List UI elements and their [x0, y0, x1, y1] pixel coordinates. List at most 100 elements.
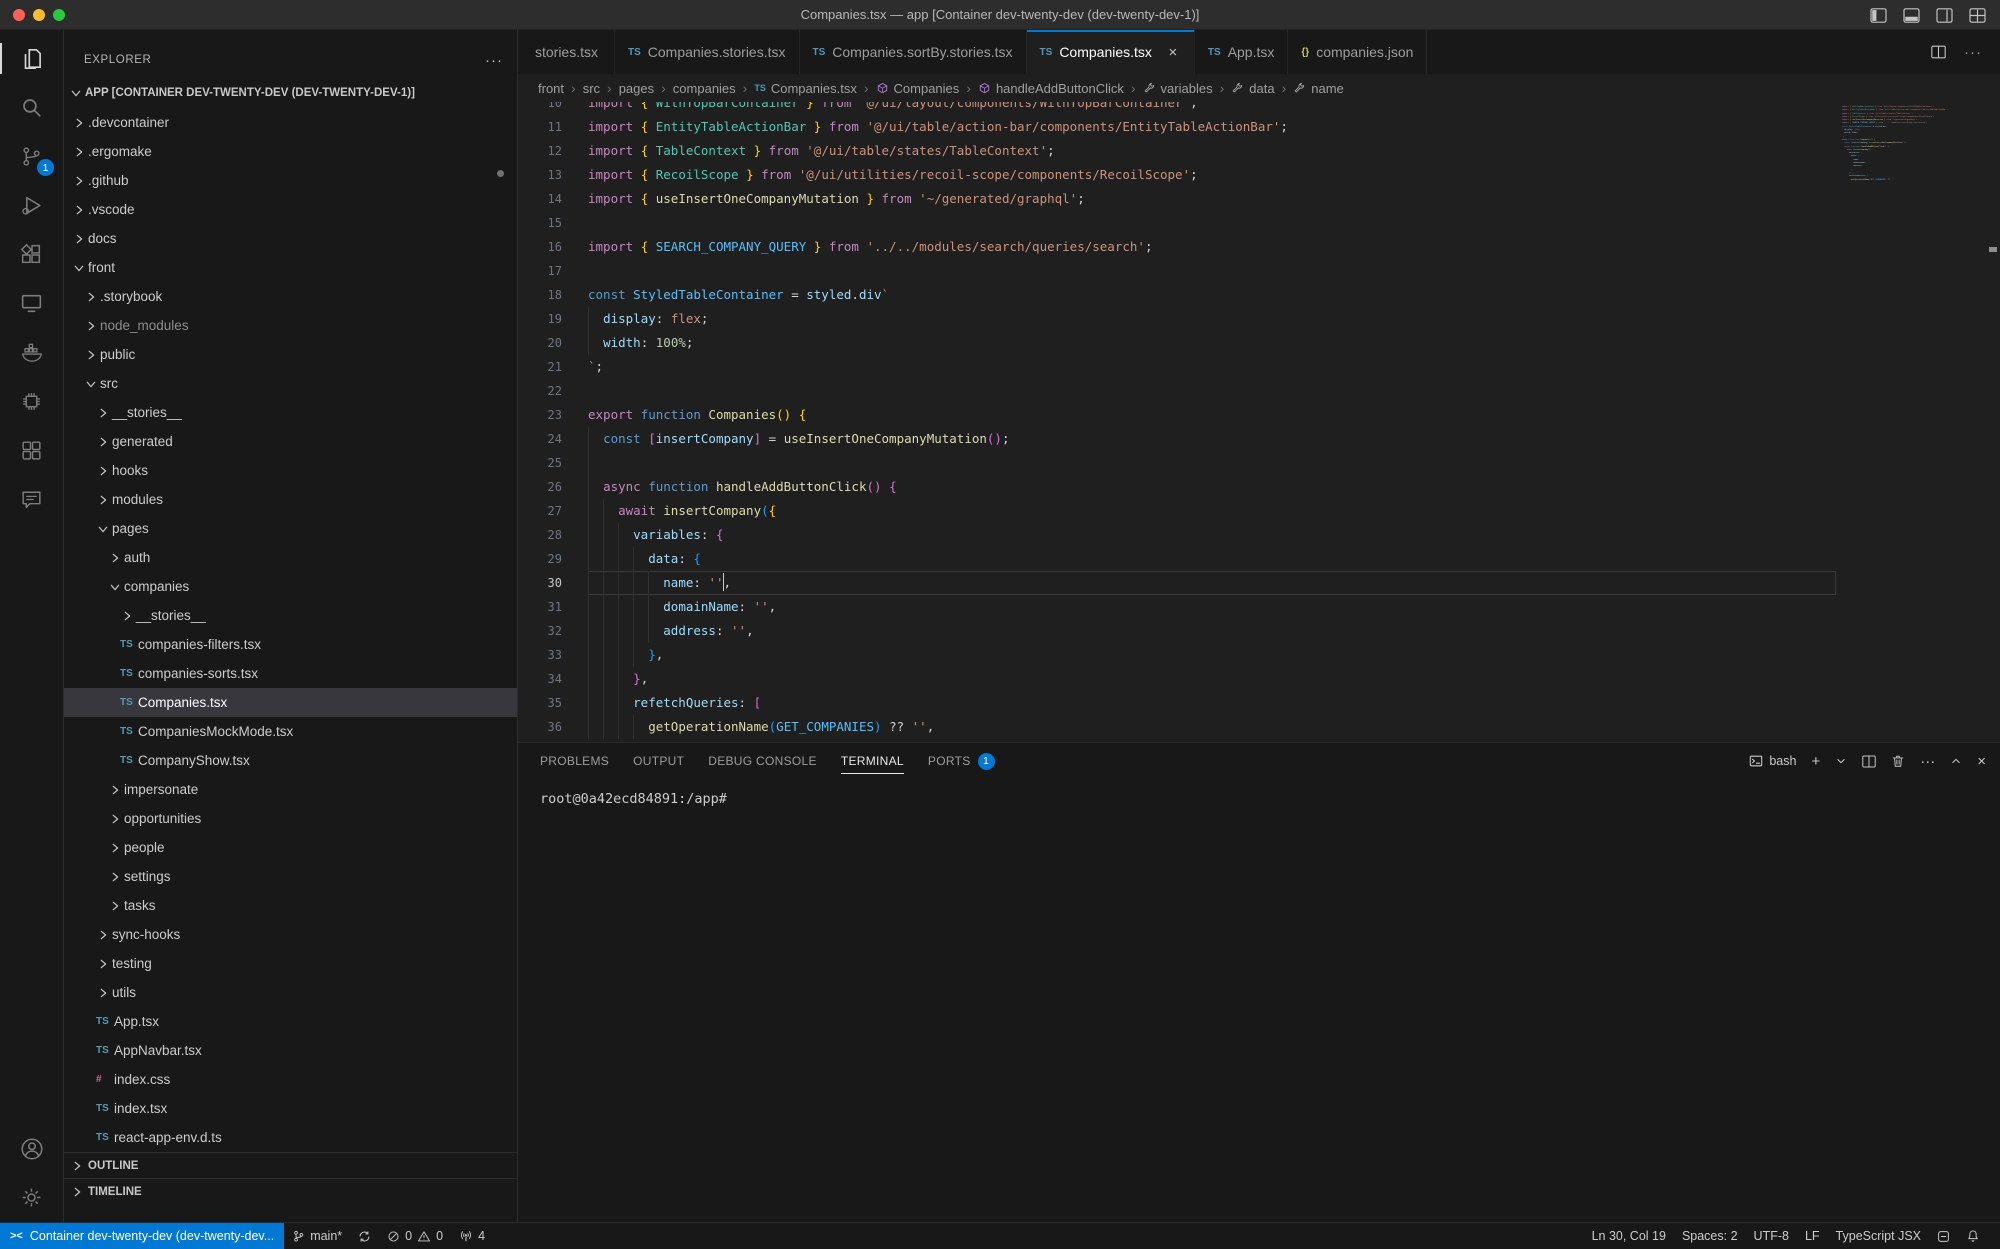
- tree-item-.vscode[interactable]: .vscode: [64, 195, 517, 224]
- tree-item-node_modules[interactable]: node_modules: [64, 311, 517, 340]
- customize-layout-icon[interactable]: [1969, 8, 1986, 23]
- code-line-35[interactable]: 35 refetchQueries: [: [518, 691, 1836, 715]
- tree-item-tasks[interactable]: tasks: [64, 891, 517, 920]
- remote-indicator[interactable]: >< Container dev-twenty-dev (dev-twenty-…: [0, 1223, 284, 1249]
- code-line-10[interactable]: 10import { WithTopBarContainer } from '@…: [518, 102, 1836, 115]
- toggle-panel-icon[interactable]: [1903, 8, 1920, 23]
- panel-tab-output[interactable]: OUTPUT: [633, 743, 684, 779]
- tree-item-generated[interactable]: generated: [64, 427, 517, 456]
- tab-App.tsx[interactable]: TSApp.tsx: [1195, 30, 1288, 74]
- code-line-31[interactable]: 31 domainName: '',: [518, 595, 1836, 619]
- code-line-29[interactable]: 29 data: {: [518, 547, 1836, 571]
- code-editor[interactable]: 10import { WithTopBarContainer } from '@…: [518, 102, 1836, 742]
- docker-icon[interactable]: [0, 328, 63, 377]
- tree-item-.devcontainer[interactable]: .devcontainer: [64, 108, 517, 137]
- zoom-window-button[interactable]: [53, 9, 65, 21]
- tree-item-companies[interactable]: companies: [64, 572, 517, 601]
- breadcrumb-item-Companies[interactable]: Companies: [876, 81, 960, 96]
- tree-item-.storybook[interactable]: .storybook: [64, 282, 517, 311]
- sync-changes-item[interactable]: [350, 1223, 379, 1249]
- editor-scrollbar[interactable]: [1986, 102, 2000, 742]
- close-window-button[interactable]: [13, 9, 25, 21]
- tree-item-src[interactable]: src: [64, 369, 517, 398]
- tree-item-Companies.tsx[interactable]: TSCompanies.tsx: [64, 688, 517, 717]
- tree-item-__stories__[interactable]: __stories__: [64, 398, 517, 427]
- encoding-item[interactable]: UTF-8: [1746, 1229, 1797, 1243]
- breadcrumb-item-data[interactable]: data: [1231, 81, 1274, 96]
- tab-Companies.tsx[interactable]: TSCompanies.tsx×: [1027, 30, 1195, 74]
- language-mode-item[interactable]: TypeScript JSX: [1828, 1229, 1929, 1243]
- tab-companies.json[interactable]: {}companies.json: [1288, 30, 1427, 74]
- tree-item-react-app-env.d.ts[interactable]: TSreact-app-env.d.ts: [64, 1123, 517, 1152]
- outline-section[interactable]: OUTLINE: [64, 1152, 517, 1178]
- breadcrumb-item-src[interactable]: src: [583, 81, 600, 96]
- code-line-22[interactable]: 22: [518, 379, 1836, 403]
- run-and-debug-icon[interactable]: [0, 181, 63, 230]
- breadcrumb-item-front[interactable]: front: [538, 81, 564, 96]
- settings-gear-icon[interactable]: [0, 1173, 63, 1222]
- tree-item-index.css[interactable]: #index.css: [64, 1065, 517, 1094]
- search-icon[interactable]: [0, 83, 63, 132]
- tree-item-settings[interactable]: settings: [64, 862, 517, 891]
- tree-item-public[interactable]: public: [64, 340, 517, 369]
- problems-item[interactable]: 0 0: [379, 1223, 451, 1249]
- terminal-shell-selector[interactable]: bash: [1749, 754, 1796, 768]
- code-line-23[interactable]: 23export function Companies() {: [518, 403, 1836, 427]
- tree-item-docs[interactable]: docs: [64, 224, 517, 253]
- notifications-item[interactable]: [1958, 1229, 1988, 1243]
- tree-item-.github[interactable]: .github: [64, 166, 517, 195]
- panel-more-actions-icon[interactable]: ···: [1920, 753, 1935, 770]
- code-line-26[interactable]: 26 async function handleAddButtonClick()…: [518, 475, 1836, 499]
- code-line-30[interactable]: 30 name: '',: [518, 571, 1836, 595]
- code-line-19[interactable]: 19 display: flex;: [518, 307, 1836, 331]
- editor-more-actions-icon[interactable]: ···: [1964, 44, 1982, 61]
- panel-tab-terminal[interactable]: TERMINAL: [841, 743, 904, 779]
- forwarded-ports-item[interactable]: 4: [451, 1223, 493, 1249]
- minimap[interactable]: import { WithTopBarContainer } from '@/u…: [1836, 102, 1986, 742]
- explorer-more-actions-icon[interactable]: ···: [485, 52, 503, 69]
- account-icon[interactable]: [0, 1124, 63, 1173]
- breadcrumb-item-companies[interactable]: companies: [673, 81, 736, 96]
- remote-explorer-icon[interactable]: [0, 279, 63, 328]
- tree-item-__stories__[interactable]: __stories__: [64, 601, 517, 630]
- code-line-32[interactable]: 32 address: '',: [518, 619, 1836, 643]
- panel-tab-debug-console[interactable]: DEBUG CONSOLE: [708, 743, 817, 779]
- extensions-icon[interactable]: [0, 230, 63, 279]
- close-panel-icon[interactable]: ×: [1977, 753, 1986, 770]
- cursor-position-item[interactable]: Ln 30, Col 19: [1584, 1229, 1674, 1243]
- code-line-27[interactable]: 27 await insertCompany({: [518, 499, 1836, 523]
- code-line-18[interactable]: 18const StyledTableContainer = styled.di…: [518, 283, 1836, 307]
- tree-item-.ergomake[interactable]: .ergomake: [64, 137, 517, 166]
- eol-item[interactable]: LF: [1797, 1229, 1828, 1243]
- tree-item-people[interactable]: people: [64, 833, 517, 862]
- panel-tab-problems[interactable]: PROBLEMS: [540, 743, 609, 779]
- grid-apps-icon[interactable]: [0, 426, 63, 475]
- git-branch-item[interactable]: main*: [284, 1223, 350, 1249]
- split-terminal-icon[interactable]: [1862, 755, 1876, 768]
- tree-item-companies-sorts.tsx[interactable]: TScompanies-sorts.tsx: [64, 659, 517, 688]
- code-line-17[interactable]: 17: [518, 259, 1836, 283]
- panel-tab-ports[interactable]: PORTS1: [928, 743, 995, 779]
- tree-item-hooks[interactable]: hooks: [64, 456, 517, 485]
- tree-item-App.tsx[interactable]: TSApp.tsx: [64, 1007, 517, 1036]
- code-line-13[interactable]: 13import { RecoilScope } from '@/ui/util…: [518, 163, 1836, 187]
- tree-item-opportunities[interactable]: opportunities: [64, 804, 517, 833]
- code-line-34[interactable]: 34 },: [518, 667, 1836, 691]
- code-line-11[interactable]: 11import { EntityTableActionBar } from '…: [518, 115, 1836, 139]
- tree-item-modules[interactable]: modules: [64, 485, 517, 514]
- new-terminal-button[interactable]: +: [1811, 753, 1820, 770]
- code-line-14[interactable]: 14import { useInsertOneCompanyMutation }…: [518, 187, 1836, 211]
- explorer-icon[interactable]: [0, 34, 63, 83]
- tree-item-auth[interactable]: auth: [64, 543, 517, 572]
- kill-terminal-trash-icon[interactable]: [1891, 754, 1905, 768]
- tree-item-pages[interactable]: pages: [64, 514, 517, 543]
- source-control-icon[interactable]: 1: [0, 132, 63, 181]
- breadcrumb-item-Companies.tsx[interactable]: TSCompanies.tsx: [754, 81, 857, 96]
- chat-icon[interactable]: [0, 475, 63, 524]
- extension-status-item[interactable]: [1929, 1230, 1958, 1243]
- indentation-item[interactable]: Spaces: 2: [1674, 1229, 1746, 1243]
- tab-Companies.sortBy.stories.tsx[interactable]: TSCompanies.sortBy.stories.tsx: [800, 30, 1027, 74]
- breadcrumb-item-variables[interactable]: variables: [1143, 81, 1213, 96]
- code-line-28[interactable]: 28 variables: {: [518, 523, 1836, 547]
- code-line-33[interactable]: 33 },: [518, 643, 1836, 667]
